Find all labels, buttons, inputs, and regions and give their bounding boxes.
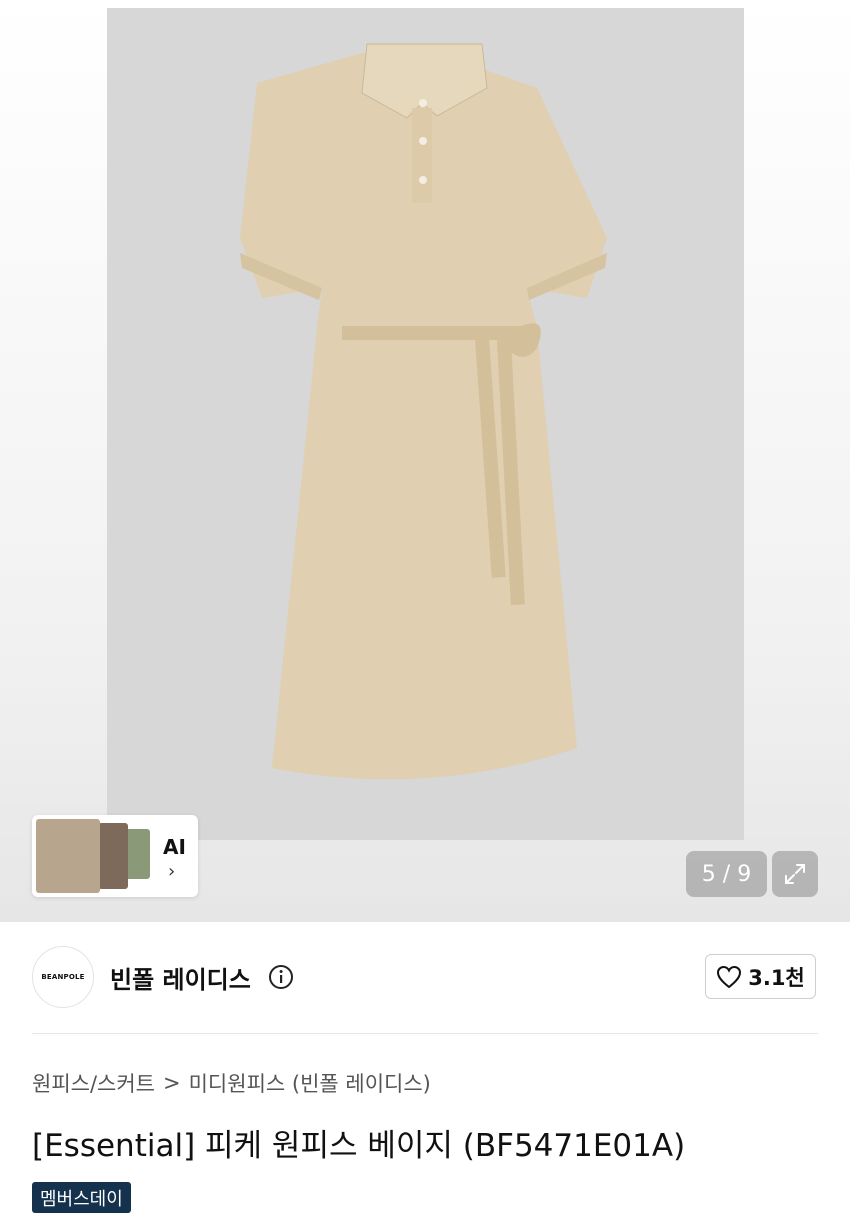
- breadcrumb-category[interactable]: 원피스/스커트: [32, 1068, 155, 1098]
- product-title: [Essential] 피케 원피스 베이지 (BF5471E01A): [32, 1128, 686, 1164]
- dress-illustration: [240, 43, 607, 780]
- breadcrumb: 원피스/스커트 > 미디원피스 (빈폴 레이디스): [32, 1068, 431, 1098]
- brand-logo[interactable]: BEANPOLE: [32, 946, 94, 1008]
- divider: [32, 1033, 818, 1034]
- ai-label: AI: [163, 835, 186, 859]
- ai-lookbook-card[interactable]: AI ›: [32, 815, 198, 897]
- chevron-right-icon: ›: [168, 861, 176, 882]
- members-day-badge: 멤버스데이: [32, 1182, 131, 1213]
- lookbook-thumbnail: [36, 819, 100, 893]
- product-gallery[interactable]: AI › 5 / 9: [0, 0, 850, 922]
- like-button[interactable]: 3.1천: [705, 954, 816, 999]
- expand-icon: [785, 864, 805, 884]
- brand-row: BEANPOLE 빈폴 레이디스 3.1천: [32, 946, 818, 1010]
- expand-button[interactable]: [772, 851, 818, 897]
- chevron-right-icon: >: [163, 1071, 181, 1095]
- breadcrumb-subcategory[interactable]: 미디원피스 (빈폴 레이디스): [189, 1068, 431, 1098]
- like-count: 3.1천: [748, 965, 805, 990]
- brand-name[interactable]: 빈폴 레이디스: [110, 960, 251, 995]
- info-icon[interactable]: [268, 964, 294, 994]
- product-image[interactable]: [107, 8, 744, 840]
- heart-icon: [717, 965, 742, 988]
- image-page-counter: 5 / 9: [686, 851, 767, 897]
- lookbook-thumbnail: [98, 823, 128, 889]
